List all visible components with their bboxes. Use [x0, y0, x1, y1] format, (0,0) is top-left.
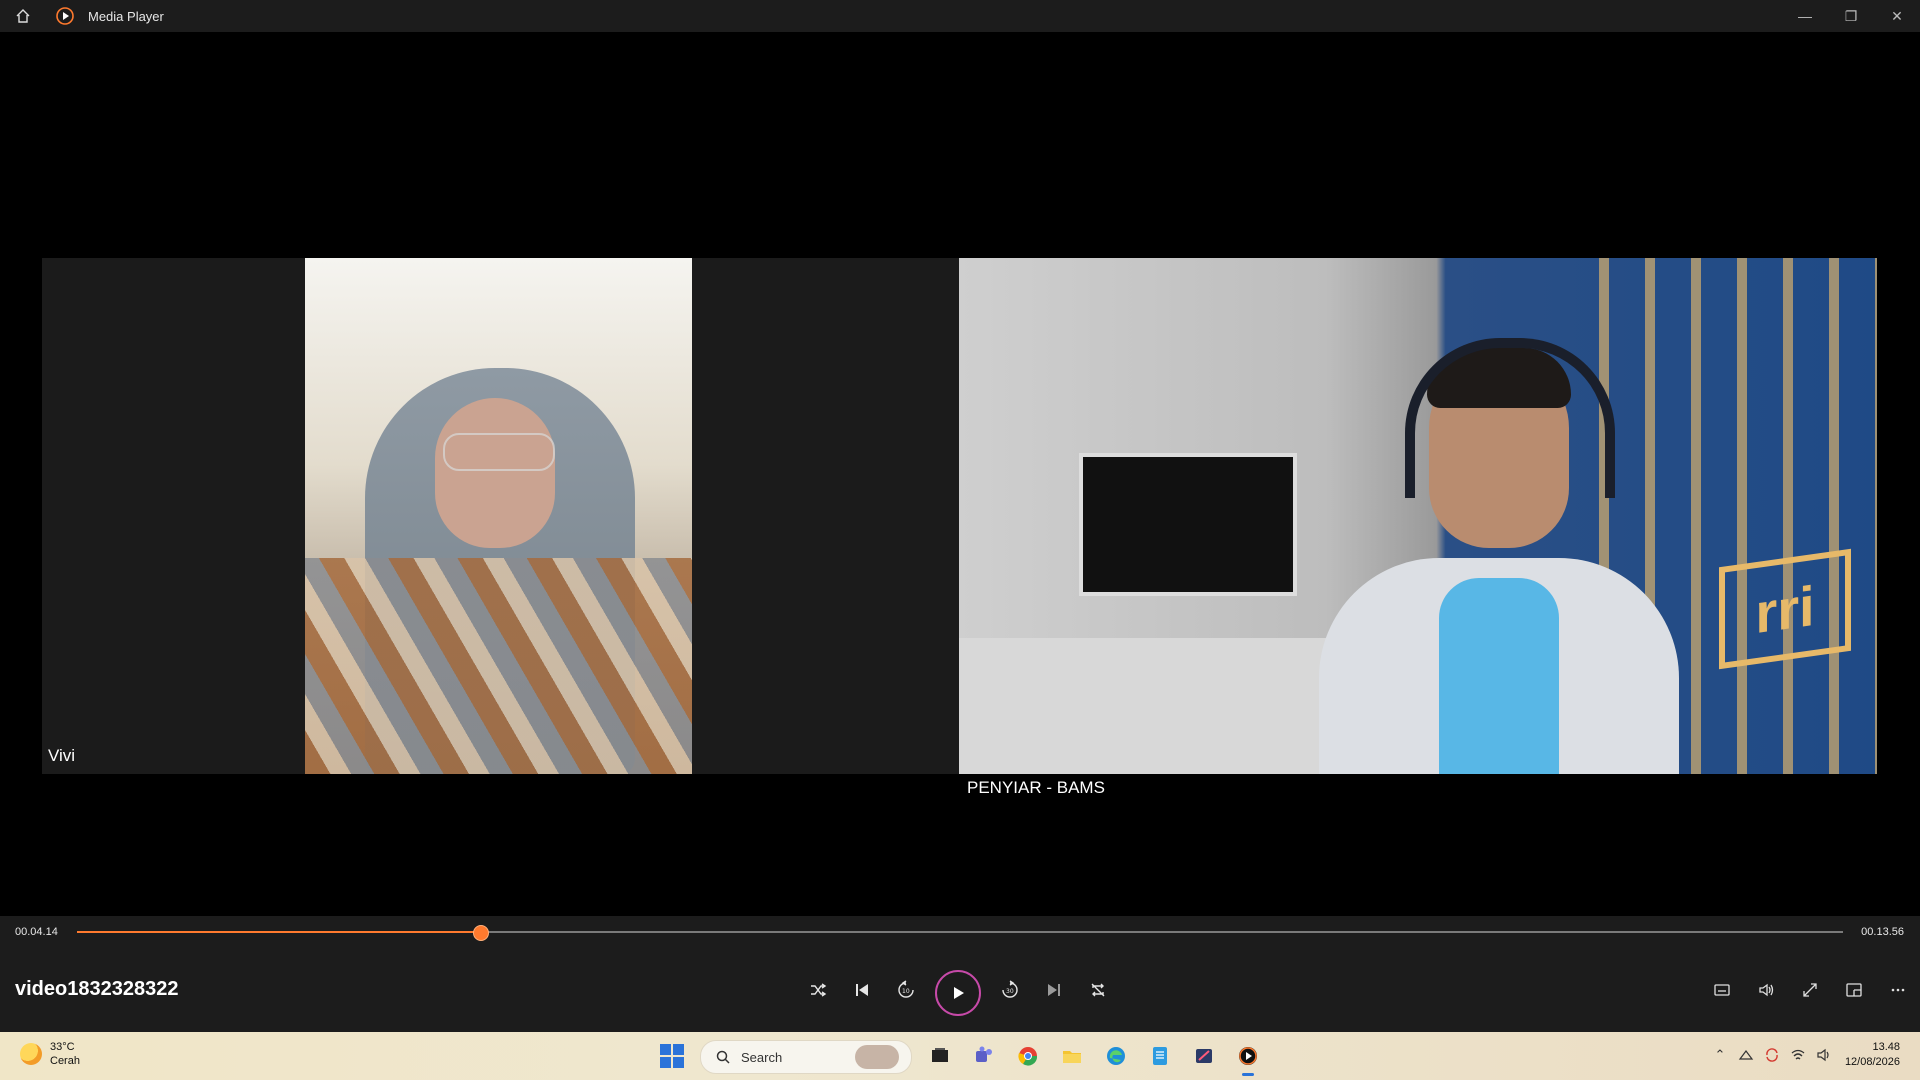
more-icon	[1891, 988, 1905, 992]
notepad-app-button[interactable]	[1142, 1038, 1178, 1074]
volume-icon	[1759, 983, 1774, 997]
tray-overflow-button[interactable]: ⌃	[1707, 1042, 1733, 1068]
minimize-button[interactable]: —	[1782, 0, 1828, 32]
edge-app-button[interactable]	[1098, 1038, 1134, 1074]
seek-bar-progress	[77, 931, 482, 933]
network-status-icon[interactable]	[1733, 1042, 1759, 1068]
right-controls	[1700, 968, 1920, 1012]
video-file-name: video1832328322	[15, 978, 179, 1000]
start-button[interactable]	[660, 1044, 684, 1068]
volume-button[interactable]	[1744, 968, 1788, 1012]
media-player-icon	[54, 5, 76, 27]
participant-video-right: rri	[959, 258, 1877, 774]
clock-time: 13.48	[1872, 1041, 1900, 1053]
window-title: Media Player	[88, 8, 164, 24]
wifi-icon[interactable]	[1785, 1042, 1811, 1068]
system-tray: ⌃ 13.48 12/08/2026	[1707, 1040, 1900, 1070]
face-shape	[435, 398, 555, 548]
miniplayer-button[interactable]	[1832, 968, 1876, 1012]
rri-logo: rri	[1719, 548, 1851, 670]
notepad-icon	[1153, 1047, 1167, 1065]
taskbar-search[interactable]: Search	[700, 1040, 912, 1074]
forward-30-button[interactable]: 30	[992, 968, 1028, 1012]
task-view-button[interactable]	[922, 1038, 958, 1074]
svg-text:30: 30	[1006, 988, 1014, 995]
teams-icon	[976, 1046, 992, 1062]
participant-name-left: Vivi	[48, 746, 76, 765]
folder-icon	[1063, 1051, 1081, 1063]
shirt-shape	[1439, 578, 1559, 774]
subtitles-button[interactable]	[1700, 968, 1744, 1012]
headset-shape	[1405, 338, 1615, 498]
current-time: 00.04.14	[15, 926, 58, 938]
minimize-icon: —	[1798, 8, 1812, 24]
meeting-grid: rri	[42, 258, 1877, 774]
participant-name-right: PENYIAR - BAMS	[961, 776, 1111, 800]
next-button[interactable]	[1036, 968, 1072, 1012]
svg-text:10: 10	[902, 988, 910, 995]
shuffle-button[interactable]	[800, 968, 836, 1012]
rewind-10-icon: 10	[898, 980, 914, 998]
snipping-tool-button[interactable]	[1186, 1038, 1222, 1074]
clock-date: 12/08/2026	[1844, 1056, 1900, 1068]
file-explorer-button[interactable]	[1054, 1038, 1090, 1074]
media-player-app-button[interactable]	[1230, 1038, 1266, 1076]
close-icon: ✕	[1891, 7, 1903, 24]
video-area[interactable]: rri Vivi PENYIAR - BAMS	[0, 32, 1920, 916]
snipping-tool-icon	[1196, 1049, 1212, 1063]
shawl-pattern	[305, 558, 692, 774]
taskbar: 33°C Cerah Search ⌃ 13.48 12/08/2026	[0, 1032, 1920, 1080]
clock[interactable]: 13.48 12/08/2026	[1845, 1040, 1900, 1070]
task-view-icon	[932, 1048, 948, 1062]
chevron-up-icon: ⌃	[1714, 1047, 1726, 1062]
edge-icon	[1107, 1047, 1125, 1065]
weather-widget[interactable]: 33°C Cerah	[20, 1040, 80, 1068]
chrome-app-button[interactable]	[1010, 1038, 1046, 1074]
teams-app-button[interactable]	[966, 1038, 1002, 1074]
miniplayer-icon	[1846, 983, 1862, 997]
weather-temperature: 33°C	[50, 1041, 75, 1053]
more-options-button[interactable]	[1876, 968, 1920, 1012]
sun-icon	[20, 1043, 42, 1065]
monitor-shape	[1079, 453, 1297, 596]
chrome-icon	[1018, 1047, 1038, 1066]
fullscreen-button[interactable]	[1788, 968, 1832, 1012]
rewind-10-button[interactable]: 10	[888, 968, 924, 1012]
close-button[interactable]: ✕	[1874, 0, 1920, 32]
transport-controls: 10 30	[800, 968, 1120, 1016]
media-player-taskbar-icon	[1239, 1047, 1257, 1065]
repeat-button[interactable]	[1080, 968, 1116, 1012]
glasses-shape	[443, 433, 555, 471]
search-icon	[713, 1050, 733, 1064]
participant-video-left	[305, 258, 692, 774]
subtitles-icon	[1714, 984, 1730, 996]
search-placeholder: Search	[741, 1049, 783, 1065]
host-person	[1319, 318, 1679, 774]
fullscreen-icon	[1803, 983, 1817, 997]
next-icon	[1048, 984, 1060, 996]
previous-button[interactable]	[844, 968, 880, 1012]
total-time: 00.13.56	[1861, 926, 1904, 938]
play-icon	[954, 987, 964, 999]
restore-icon: ❐	[1844, 7, 1858, 24]
shuffle-icon	[811, 983, 827, 997]
speaker-icon[interactable]	[1811, 1042, 1837, 1068]
forward-30-icon: 30	[1002, 980, 1018, 998]
repeat-off-icon	[1091, 983, 1105, 997]
sync-icon[interactable]	[1759, 1042, 1785, 1068]
home-icon[interactable]	[12, 5, 34, 27]
title-bar: Media Player — ❐ ✕	[0, 0, 1920, 32]
play-button[interactable]	[935, 970, 981, 1016]
previous-icon	[856, 984, 868, 996]
search-highlight-image	[855, 1045, 899, 1069]
weather-description: Cerah	[50, 1055, 80, 1067]
restore-button[interactable]: ❐	[1828, 0, 1874, 32]
